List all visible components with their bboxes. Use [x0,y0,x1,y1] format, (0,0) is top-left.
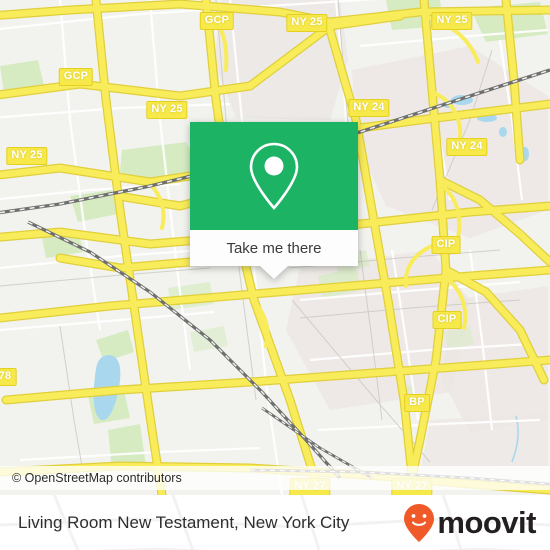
popup-cta-panel[interactable]: Take me there [190,230,358,279]
popup-pointer [260,266,288,279]
road-shield: NY 25 [146,101,188,119]
road-shield: CIP [431,236,461,254]
road-shield: NY 24 [348,99,390,117]
moovit-wordmark: moovit [437,504,536,540]
road-shield: GCP [58,68,94,86]
moovit-smiling-pin-icon [404,503,435,542]
road-shield: CIP [432,311,462,329]
road-shield: 78 [0,368,17,386]
popup-icon-panel [190,122,358,230]
map-attribution-bar: © OpenStreetMap contributors [0,466,550,490]
moovit-map-page: GCP NY 25 NY 25 GCP NY 25 NY 24 NY 24 NY 25 CIP C… [0,0,550,550]
openstreetmap-attribution[interactable]: © OpenStreetMap contributors [0,471,182,485]
road-shield: NY 25 [431,12,473,30]
page-footer: Living Room New Testament, New York City… [0,495,550,550]
road-shield: BP [404,394,430,412]
map-pin-icon [249,142,299,210]
destination-popup[interactable]: Take me there [190,122,358,279]
map-canvas[interactable]: GCP NY 25 NY 25 GCP NY 25 NY 24 NY 24 NY 25 CIP C… [0,0,550,495]
road-shield: NY 25 [6,147,48,165]
take-me-there-label: Take me there [226,239,322,257]
page-title: Living Room New Testament, New York City [18,512,350,532]
road-shield: GCP [199,12,235,30]
moovit-logo[interactable]: moovit [402,503,536,543]
road-shield: NY 24 [446,138,488,156]
road-shield: NY 25 [286,14,328,32]
